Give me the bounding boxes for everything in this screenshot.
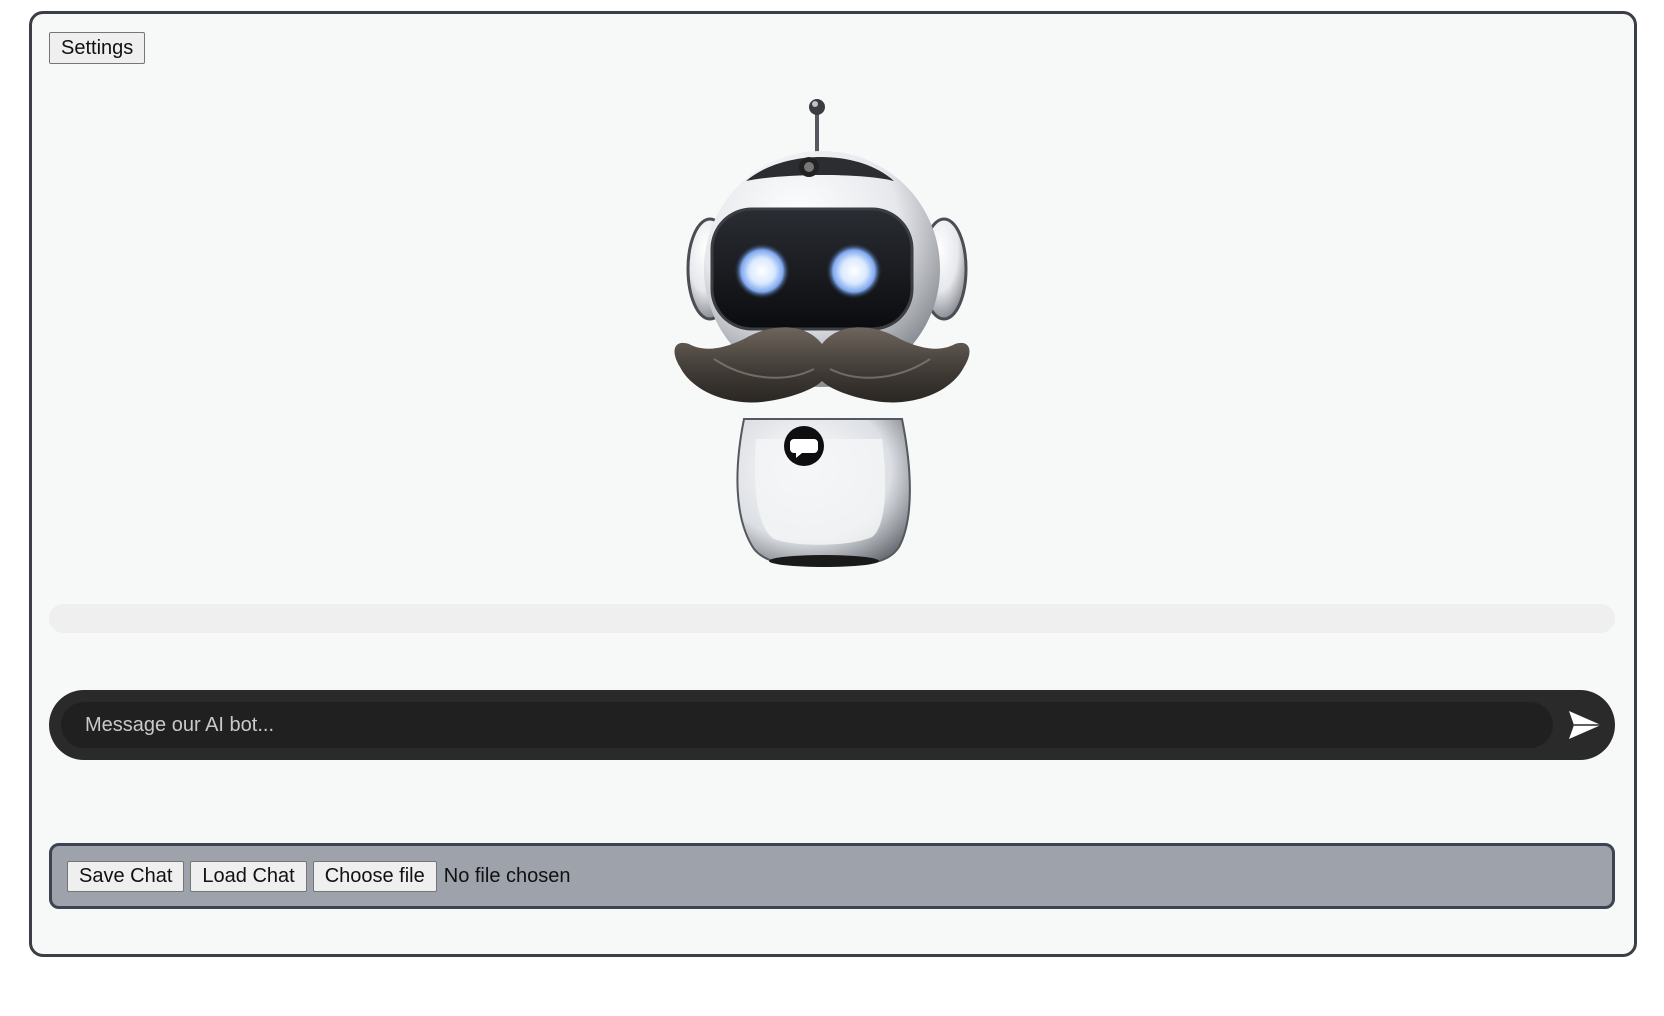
robot-mascot-image (674, 99, 970, 567)
chat-toolbar: Save Chat Load Chat Choose file No file … (49, 843, 1615, 909)
message-input[interactable] (61, 702, 1553, 748)
send-button[interactable] (1567, 708, 1603, 742)
send-icon (1569, 711, 1601, 739)
choose-file-button[interactable]: Choose file (312, 860, 437, 892)
file-status-text: No file chosen (443, 864, 571, 887)
chat-app-window: Settings Message our AI bot... Save Chat… (29, 11, 1637, 957)
load-chat-button[interactable]: Load Chat (190, 860, 307, 892)
save-chat-button[interactable]: Save Chat (67, 860, 185, 892)
progress-bar (49, 604, 1615, 633)
settings-button[interactable]: Settings (49, 32, 146, 64)
message-composer (49, 690, 1615, 760)
